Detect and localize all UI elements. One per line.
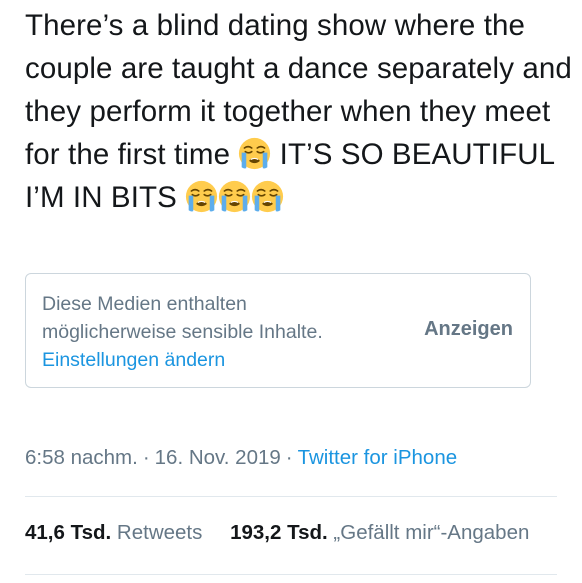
retweets-count: 41,6 Tsd. <box>25 521 112 544</box>
loudly-crying-face-icon <box>238 137 271 170</box>
tweet-date[interactable]: 16. Nov. 2019 <box>155 446 281 469</box>
likes-count: 193,2 Tsd. <box>230 521 328 544</box>
divider <box>25 574 557 575</box>
tweet-text: There’s a blind dating show where the co… <box>25 4 575 219</box>
change-settings-link[interactable]: Einstellungen ändern <box>42 346 382 374</box>
loudly-crying-face-icon <box>218 180 251 213</box>
likes-stat[interactable]: 193,2 Tsd. „Gefällt mir“-Angaben <box>230 521 529 545</box>
tweet-time[interactable]: 6:58 nachm. <box>25 446 138 469</box>
sensitive-media-warning: Diese Medien enthalten möglicherweise se… <box>25 273 531 388</box>
sensitive-media-message: Diese Medien enthalten möglicherweise se… <box>42 290 382 374</box>
show-media-button[interactable]: Anzeigen <box>424 318 513 341</box>
retweets-stat[interactable]: 41,6 Tsd. Retweets <box>25 521 202 545</box>
meta-separator: · <box>285 446 293 469</box>
meta-separator: · <box>142 446 150 469</box>
likes-label: „Gefällt mir“-Angaben <box>333 521 530 544</box>
tweet-stats: 41,6 Tsd. Retweets 193,2 Tsd. „Gefällt m… <box>25 521 529 545</box>
tweet-meta: 6:58 nachm. · 16. Nov. 2019 · Twitter for iP… <box>25 446 457 470</box>
tweet-source-link[interactable]: Twitter for iPhone <box>298 446 458 469</box>
sensitive-media-text: Diese Medien enthalten möglicherweise se… <box>42 293 323 343</box>
loudly-crying-face-icon <box>251 180 284 213</box>
loudly-crying-face-icon <box>185 180 218 213</box>
retweets-label: Retweets <box>116 521 203 544</box>
divider <box>25 496 557 497</box>
